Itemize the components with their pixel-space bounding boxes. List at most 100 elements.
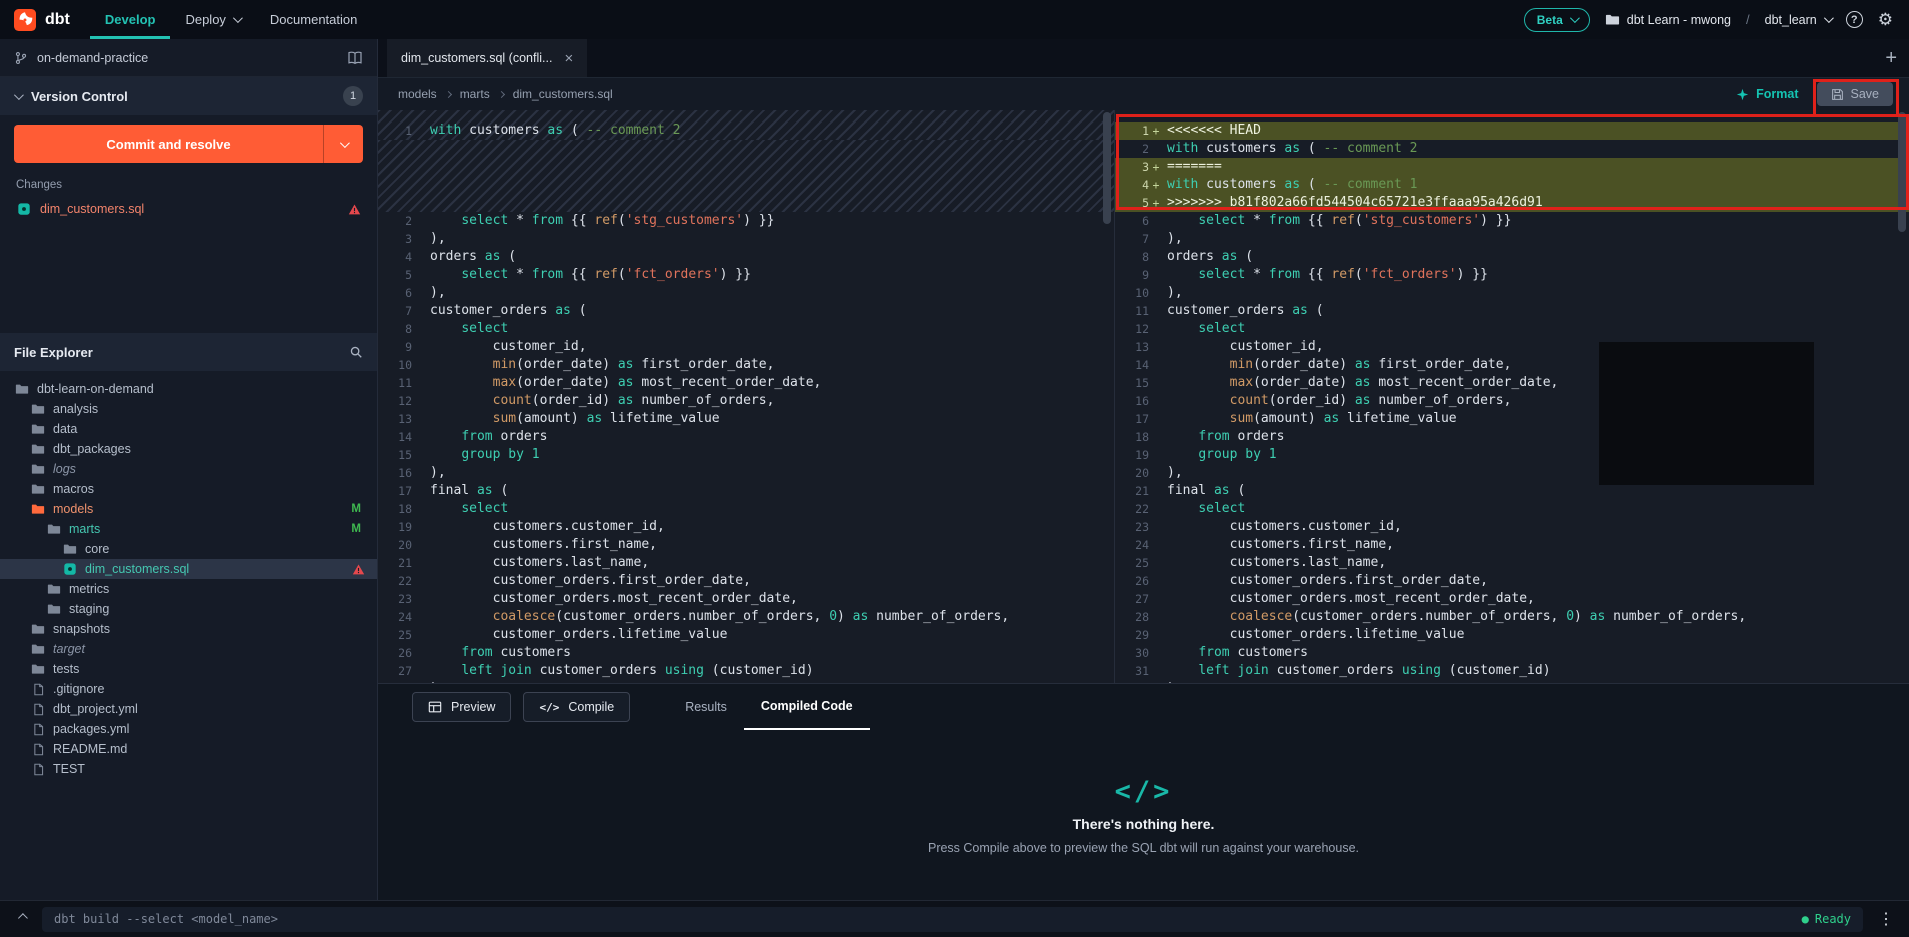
tree-item-dim-customers-sql[interactable]: dim_customers.sql	[0, 559, 377, 579]
tree-item-tests[interactable]: tests	[0, 659, 377, 679]
code-line[interactable]: 7),	[1115, 230, 1909, 248]
code-line[interactable]: 25 customers.last_name,	[1115, 554, 1909, 572]
nav-item-develop[interactable]: Develop	[90, 0, 171, 39]
branch-selector[interactable]: on-demand-practice	[0, 39, 377, 77]
code-line[interactable]: 21 customers.last_name,	[378, 554, 1114, 572]
code-line[interactable]: 25 customer_orders.lifetime_value	[378, 626, 1114, 644]
account-selector[interactable]: dbt Learn - mwong	[1605, 12, 1731, 27]
code-line[interactable]: 26 from customers	[378, 644, 1114, 662]
search-icon[interactable]	[349, 345, 363, 359]
tree-item-metrics[interactable]: metrics	[0, 579, 377, 599]
code-line[interactable]: 7customer_orders as (	[378, 302, 1114, 320]
beta-selector[interactable]: Beta	[1524, 8, 1590, 32]
tree-item-marts[interactable]: martsM	[0, 519, 377, 539]
code-line[interactable]: 4+with customers as ( -- comment 1	[1115, 176, 1909, 194]
code-line[interactable]: 22 customer_orders.first_order_date,	[378, 572, 1114, 590]
close-tab-icon[interactable]: ×	[564, 51, 573, 66]
settings-gear-icon[interactable]: ⚙	[1878, 11, 1893, 28]
code-line[interactable]: 20 customers.first_name,	[378, 536, 1114, 554]
code-line[interactable]: 3+=======	[1115, 158, 1909, 176]
code-line[interactable]: 10),	[1115, 284, 1909, 302]
changed-file-row[interactable]: dim_customers.sql	[14, 199, 363, 219]
code-line[interactable]: 31 left join customer_orders using (cust…	[1115, 662, 1909, 680]
tree-item-dbt-project-yml[interactable]: dbt_project.yml	[0, 699, 377, 719]
tree-item-packages-yml[interactable]: packages.yml	[0, 719, 377, 739]
new-tab-icon[interactable]: +	[1885, 48, 1897, 68]
tree-item-dbt-packages[interactable]: dbt_packages	[0, 439, 377, 459]
code-line[interactable]: 8orders as (	[1115, 248, 1909, 266]
dbt-logo[interactable]: dbt	[0, 0, 90, 39]
code-line[interactable]: 12 count(order_id) as number_of_orders,	[378, 392, 1114, 410]
code-line[interactable]: 22 select	[1115, 500, 1909, 518]
code-line[interactable]: 17final as (	[378, 482, 1114, 500]
code-line[interactable]: 28 coalesce(customer_orders.number_of_or…	[1115, 608, 1909, 626]
preview-button[interactable]: Preview	[412, 692, 511, 722]
code-line[interactable]: 14 from orders	[378, 428, 1114, 446]
format-button[interactable]: Format	[1736, 87, 1798, 101]
tree-item-target[interactable]: target	[0, 639, 377, 659]
code-line[interactable]: 23 customers.customer_id,	[1115, 518, 1909, 536]
file-explorer-header[interactable]: File Explorer	[0, 333, 377, 371]
code-line[interactable]: 19 customers.customer_id,	[378, 518, 1114, 536]
tree-item-test[interactable]: TEST	[0, 759, 377, 779]
project-selector[interactable]: dbt_learn	[1765, 13, 1831, 27]
code-line[interactable]: 2with customers as ( -- comment 2	[1115, 140, 1909, 158]
tree-item-staging[interactable]: staging	[0, 599, 377, 619]
compile-button[interactable]: </> Compile	[523, 692, 630, 722]
code-line[interactable]: 2 select * from {{ ref('stg_customers') …	[378, 212, 1114, 230]
code-line[interactable]: 6 select * from {{ ref('stg_customers') …	[1115, 212, 1909, 230]
tree-item-data[interactable]: data	[0, 419, 377, 439]
tree-item-core[interactable]: core	[0, 539, 377, 559]
code-line[interactable]: 3),	[378, 230, 1114, 248]
code-line[interactable]: 27 left join customer_orders using (cust…	[378, 662, 1114, 680]
version-control-header[interactable]: Version Control 1	[0, 77, 377, 115]
nav-item-deploy[interactable]: Deploy	[170, 0, 254, 39]
code-line[interactable]: 8 select	[378, 320, 1114, 338]
code-line[interactable]: 24 coalesce(customer_orders.number_of_or…	[378, 608, 1114, 626]
code-line[interactable]: 1with customers as ( -- comment 2	[378, 122, 1114, 140]
tree-item-readme-md[interactable]: README.md	[0, 739, 377, 759]
tree-item--gitignore[interactable]: .gitignore	[0, 679, 377, 699]
tree-item-macros[interactable]: macros	[0, 479, 377, 499]
code-line[interactable]: 12 select	[1115, 320, 1909, 338]
code-line[interactable]: 9 select * from {{ ref('fct_orders') }}	[1115, 266, 1909, 284]
code-line[interactable]: 11 max(order_date) as most_recent_order_…	[378, 374, 1114, 392]
code-line[interactable]: 5+>>>>>>> b81f802a66fd544504c65721e3ffaa…	[1115, 194, 1909, 212]
tree-item-models[interactable]: modelsM	[0, 499, 377, 519]
editor-current-version[interactable]: 1with customers as ( -- comment 2 2 selec…	[378, 110, 1115, 683]
code-line[interactable]: 27 customer_orders.most_recent_order_dat…	[1115, 590, 1909, 608]
code-line[interactable]: 6),	[378, 284, 1114, 302]
commit-options-button[interactable]	[323, 125, 363, 163]
code-line[interactable]: 4orders as (	[378, 248, 1114, 266]
command-input[interactable]: dbt build --select <model_name> ● Ready	[42, 907, 1863, 932]
tree-item-dbt-learn-on-demand[interactable]: dbt-learn-on-demand	[0, 379, 377, 399]
save-button[interactable]: Save	[1817, 82, 1894, 106]
kebab-menu-icon[interactable]: ⋮	[1873, 909, 1899, 929]
scrollbar-thumb[interactable]	[1103, 112, 1111, 224]
code-line[interactable]: 29 customer_orders.lifetime_value	[1115, 626, 1909, 644]
code-line[interactable]: 23 customer_orders.most_recent_order_dat…	[378, 590, 1114, 608]
code-line[interactable]: 5 select * from {{ ref('fct_orders') }}	[378, 266, 1114, 284]
code-line[interactable]: 10 min(order_date) as first_order_date,	[378, 356, 1114, 374]
code-line[interactable]: 18 select	[378, 500, 1114, 518]
code-line[interactable]: 11customer_orders as (	[1115, 302, 1909, 320]
help-icon[interactable]: ?	[1846, 11, 1863, 28]
code-line[interactable]: 13 sum(amount) as lifetime_value	[378, 410, 1114, 428]
tab-compiled-code[interactable]: Compiled Code	[744, 684, 870, 730]
scrollbar-thumb[interactable]	[1898, 112, 1906, 232]
tree-item-analysis[interactable]: analysis	[0, 399, 377, 419]
code-line[interactable]: 15 group by 1	[378, 446, 1114, 464]
code-line[interactable]: 16),	[378, 464, 1114, 482]
tree-item-snapshots[interactable]: snapshots	[0, 619, 377, 639]
code-line[interactable]: 1+<<<<<<< HEAD	[1115, 122, 1909, 140]
code-line[interactable]: 26 customer_orders.first_order_date,	[1115, 572, 1909, 590]
code-line[interactable]: 30 from customers	[1115, 644, 1909, 662]
tab-dim-customers[interactable]: dim_customers.sql (confli... ×	[387, 39, 587, 77]
nav-item-documentation[interactable]: Documentation	[255, 0, 372, 39]
tree-item-logs[interactable]: logs	[0, 459, 377, 479]
code-line[interactable]: 9 customer_id,	[378, 338, 1114, 356]
expand-panel-icon[interactable]	[10, 916, 32, 923]
code-line[interactable]: 24 customers.first_name,	[1115, 536, 1909, 554]
tab-results[interactable]: Results	[668, 684, 744, 730]
docs-book-icon[interactable]	[347, 50, 363, 66]
